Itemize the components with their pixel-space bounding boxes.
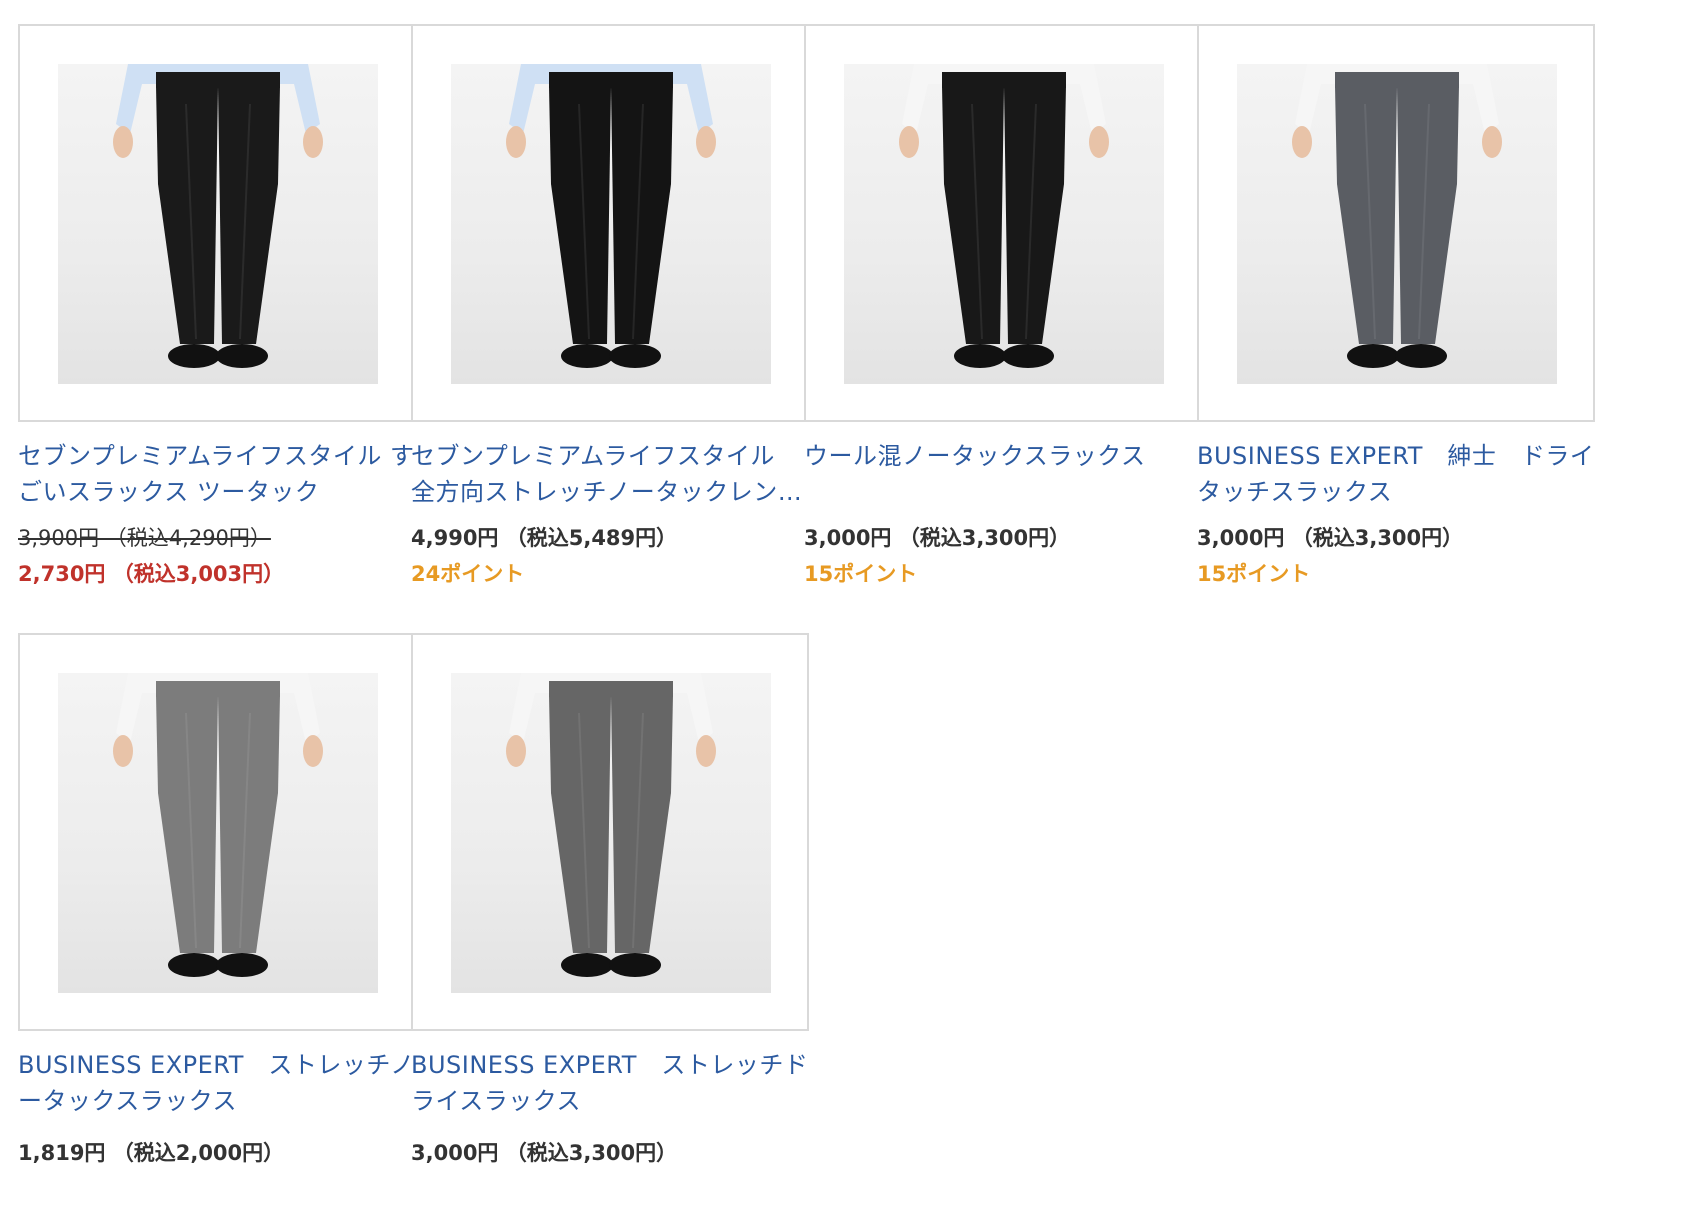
product-photo — [451, 64, 771, 384]
product-grid: セブンプレミアムライフスタイル すごいスラックス ツータック 3,900円 （税… — [0, 0, 1690, 1212]
product-image-link[interactable] — [411, 24, 809, 422]
left-shoe-shape — [954, 344, 1006, 368]
waistband-shape — [549, 681, 673, 697]
product-photo — [58, 673, 378, 993]
left-shoe-shape — [1347, 344, 1399, 368]
pants-illustration — [113, 673, 323, 977]
left-hand-shape — [1292, 126, 1312, 158]
left-hand-shape — [506, 735, 526, 767]
product-title-link[interactable]: セブンプレミアムライフスタイル すごいスラックス ツータック — [18, 438, 418, 510]
pants-illustration — [899, 64, 1109, 368]
waistband-shape — [156, 681, 280, 697]
right-shoe-shape — [216, 344, 268, 368]
price-block: 4,990円 （税込5,489円） 24ポイント — [411, 520, 811, 592]
price: 3,000円 （税込3,300円） — [804, 526, 1071, 550]
pants-illustration — [506, 673, 716, 977]
price-block: 3,000円 （税込3,300円） 15ポイント — [1197, 520, 1597, 592]
right-shoe-shape — [609, 953, 661, 977]
product-title-link[interactable]: BUSINESS EXPERT 紳士 ドライタッチスラックス — [1197, 438, 1597, 510]
left-shoe-shape — [168, 953, 220, 977]
price: 3,000円 （税込3,300円） — [411, 1141, 678, 1165]
price-block: 3,000円 （税込3,300円） 15ポイント — [804, 520, 1204, 592]
right-hand-shape — [303, 735, 323, 767]
left-shoe-shape — [561, 344, 613, 368]
product-image-link[interactable] — [411, 633, 809, 1031]
pants-illustration — [113, 64, 323, 368]
right-shoe-shape — [609, 344, 661, 368]
right-hand-shape — [696, 126, 716, 158]
points: 15ポイント — [804, 562, 918, 586]
product-photo — [844, 64, 1164, 384]
right-shoe-shape — [1002, 344, 1054, 368]
points: 24ポイント — [411, 562, 525, 586]
left-hand-shape — [113, 126, 133, 158]
waistband-shape — [1335, 72, 1459, 88]
pants-illustration — [1292, 64, 1502, 368]
waistband-shape — [156, 72, 280, 88]
product-image-link[interactable] — [18, 633, 416, 1031]
product-title-link[interactable]: BUSINESS EXPERT ストレッチドライスラックス — [411, 1047, 811, 1119]
sale-price: 2,730円 （税込3,003円） — [18, 562, 285, 586]
product-image-link[interactable] — [1197, 24, 1595, 422]
product-photo — [1237, 64, 1557, 384]
price: 4,990円 （税込5,489円） — [411, 526, 678, 550]
left-shoe-shape — [168, 344, 220, 368]
right-hand-shape — [1482, 126, 1502, 158]
waistband-shape — [549, 72, 673, 88]
right-hand-shape — [1089, 126, 1109, 158]
product-title-link[interactable]: BUSINESS EXPERT ストレッチノータックスラックス — [18, 1047, 418, 1119]
product-image-link[interactable] — [804, 24, 1202, 422]
price-block: 3,000円 （税込3,300円） — [411, 1135, 811, 1171]
product-photo — [58, 64, 378, 384]
product-photo — [451, 673, 771, 993]
price-block: 1,819円 （税込2,000円） — [18, 1135, 418, 1171]
product-title-link[interactable]: セブンプレミアムライフスタイル 全方向ストレッチノータックレング… — [411, 438, 811, 510]
product-title-link[interactable]: ウール混ノータックスラックス — [804, 438, 1204, 510]
left-hand-shape — [113, 735, 133, 767]
right-hand-shape — [696, 735, 716, 767]
right-shoe-shape — [216, 953, 268, 977]
pants-illustration — [506, 64, 716, 368]
left-hand-shape — [506, 126, 526, 158]
product-image-link[interactable] — [18, 24, 416, 422]
left-shoe-shape — [561, 953, 613, 977]
left-hand-shape — [899, 126, 919, 158]
right-shoe-shape — [1395, 344, 1447, 368]
waistband-shape — [942, 72, 1066, 88]
points: 15ポイント — [1197, 562, 1311, 586]
original-price: 3,900円 （税込4,290円） — [18, 526, 271, 550]
right-hand-shape — [303, 126, 323, 158]
price: 1,819円 （税込2,000円） — [18, 1141, 285, 1165]
price: 3,000円 （税込3,300円） — [1197, 526, 1464, 550]
price-block: 3,900円 （税込4,290円） 2,730円 （税込3,003円） — [18, 520, 418, 592]
